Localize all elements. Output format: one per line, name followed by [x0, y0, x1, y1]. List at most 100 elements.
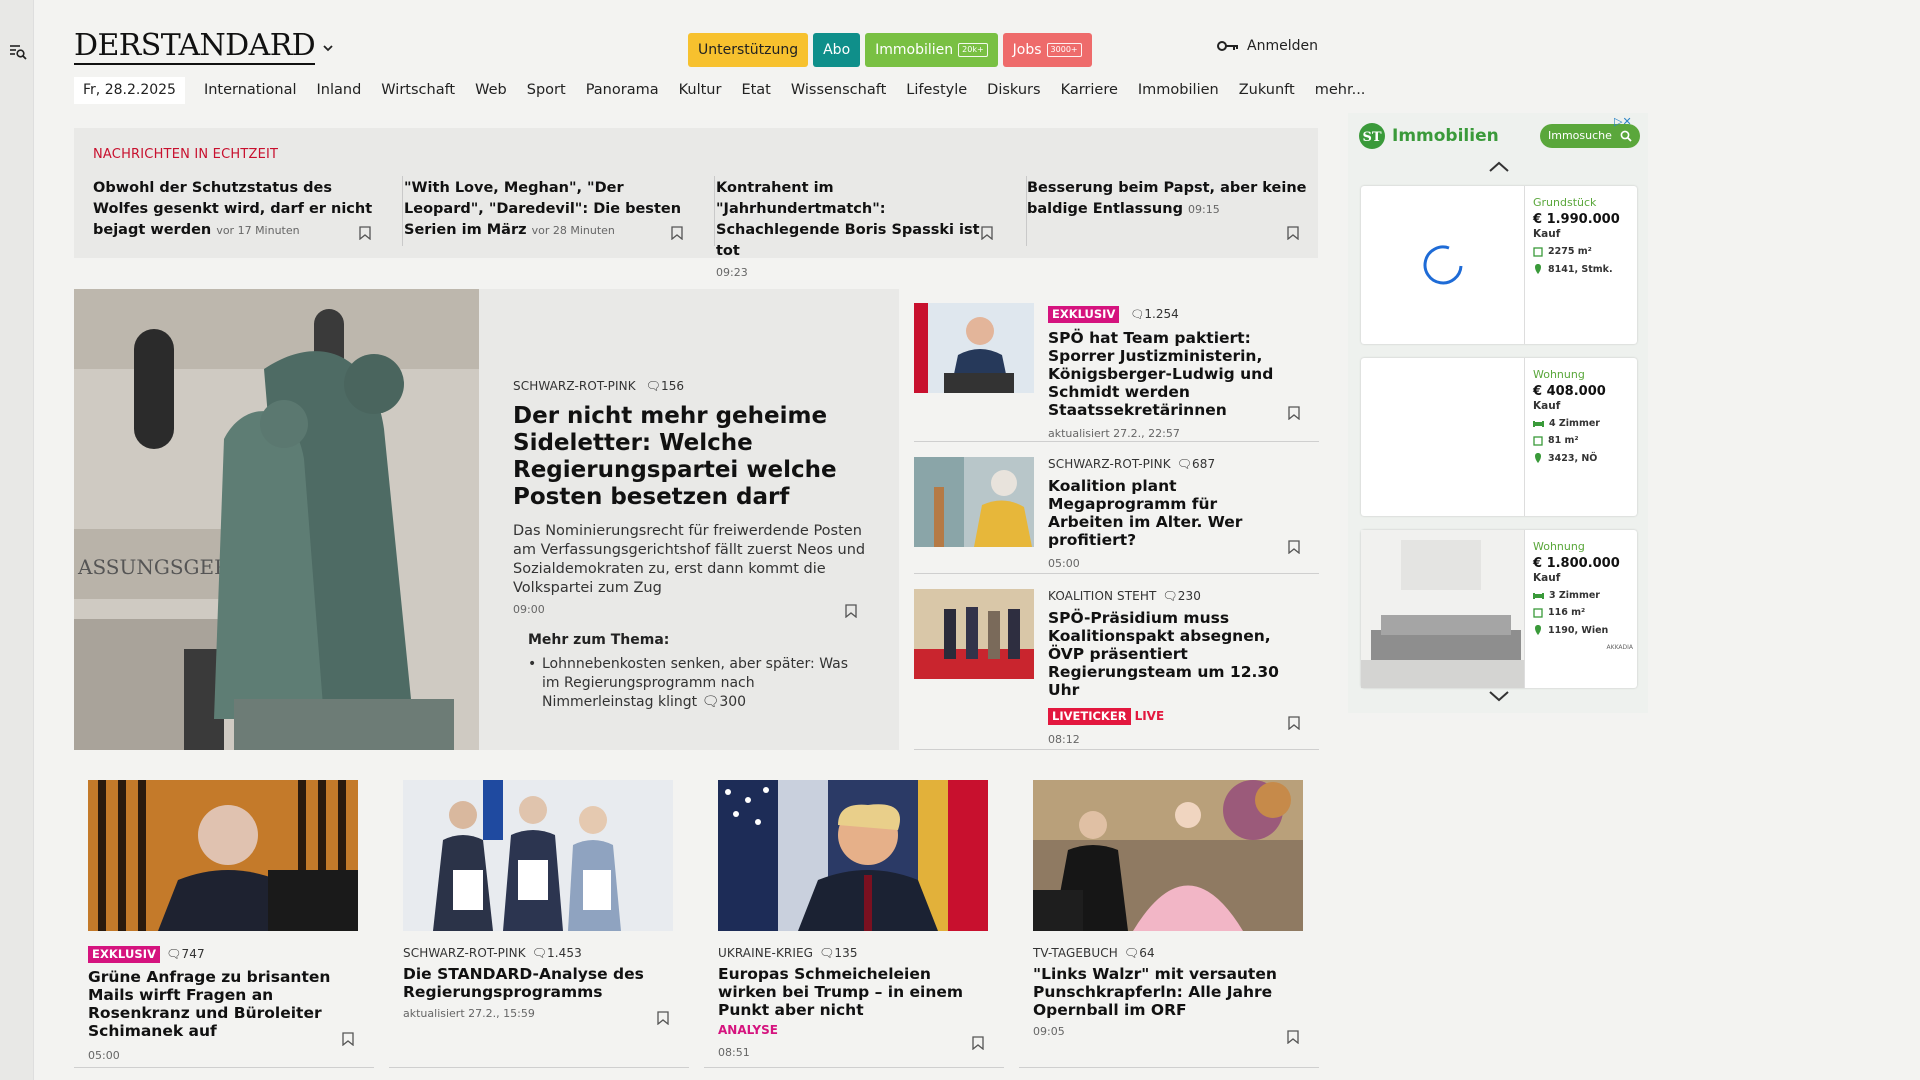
listing-area: 116 m²	[1533, 607, 1633, 618]
realtime-item-text: Besserung beim Papst, aber keine baldige…	[1027, 180, 1307, 217]
side-article[interactable]: SCHWARZ-ROT-PINK 🗨687 Koalition plant Meg…	[914, 442, 1319, 574]
comment-icon: 🗨	[1123, 946, 1140, 960]
site-logo[interactable]: DERSTANDARD	[74, 30, 316, 65]
bookmark-icon[interactable]	[657, 1011, 669, 1025]
chevron-up-icon[interactable]	[1488, 161, 1510, 173]
nav-item-kultur[interactable]: Kultur	[669, 77, 732, 104]
nav-item-lifestyle[interactable]: Lifestyle	[896, 77, 977, 104]
left-sidebar	[0, 0, 34, 1080]
article-card[interactable]: UKRAINE-KRIEG 🗨135 Europas Schmeicheleien…	[718, 780, 988, 1068]
bookmark-icon[interactable]	[1288, 716, 1300, 730]
nav-item-web[interactable]: Web	[465, 77, 517, 104]
bookmark-icon[interactable]	[845, 604, 857, 618]
article-kicker: KOALITION STEHT 🗨230	[1048, 589, 1298, 603]
listing-kind: Kauf	[1533, 400, 1561, 412]
more-topic-text: Lohnnebenkosten senken, aber später: Was…	[542, 656, 849, 710]
real-estate-ad[interactable]: ST Immobilien Immosuche ▷✕ Grundstück € …	[1348, 113, 1648, 713]
bookmark-icon[interactable]	[972, 1036, 984, 1050]
ad-listing[interactable]: Grundstück € 1.990.000 Kauf 2275 m² 8141…	[1361, 186, 1637, 344]
article-card[interactable]: SCHWARZ-ROT-PINK 🗨1.453 Die STANDARD-Anal…	[403, 780, 673, 1068]
comment-count: 1.254	[1144, 307, 1179, 321]
exclusive-tag: EXKLUSIV	[88, 946, 161, 963]
nav-item-etat[interactable]: Etat	[731, 77, 780, 104]
immobilien-button[interactable]: Immobilien 20k+	[865, 33, 998, 67]
article-body: KOALITION STEHT 🗨230 SPÖ-Präsidium muss K…	[1048, 589, 1298, 746]
comment-count: 156	[660, 379, 685, 393]
card-title[interactable]: "Links Walzr" mit versauten Punschkrapfe…	[1033, 965, 1303, 1019]
main-nav: Fr, 28.2.2025 International Inland Wirts…	[74, 77, 1375, 104]
hero-image[interactable]: ASSUNGSGERICHTSHOF	[74, 289, 479, 750]
side-article[interactable]: KOALITION STEHT 🗨230 SPÖ-Präsidium muss K…	[914, 574, 1319, 750]
nav-item-wirtschaft[interactable]: Wirtschaft	[371, 77, 465, 104]
nav-item-more[interactable]: mehr...	[1305, 77, 1376, 104]
exclusive-tag: EXKLUSIV	[1048, 306, 1120, 323]
bookmark-icon[interactable]	[1287, 226, 1299, 240]
nav-item-international[interactable]: International	[194, 77, 307, 104]
ad-listing[interactable]: Wohnung € 1.800.000 Kauf 3 Zimmer 116 m²…	[1361, 530, 1637, 688]
nav-item-panorama[interactable]: Panorama	[576, 77, 669, 104]
kicker-label: TV-TAGEBUCH	[1033, 946, 1118, 960]
card-title[interactable]: Grüne Anfrage zu brisanten Mails wirft F…	[88, 968, 358, 1040]
ad-close-icon[interactable]: ▷✕	[1614, 115, 1632, 128]
bookmark-icon[interactable]	[981, 226, 993, 240]
chevron-down-icon[interactable]	[1488, 690, 1510, 702]
chevron-down-icon[interactable]	[320, 40, 336, 56]
listing-area: 81 m²	[1533, 435, 1633, 446]
location-pin-icon	[1535, 625, 1541, 635]
login-button[interactable]: Anmelden	[1217, 38, 1318, 54]
jobs-button[interactable]: Jobs 3000+	[1002, 33, 1092, 67]
realtime-title: NACHRICHTEN IN ECHTZEIT	[93, 147, 279, 162]
article-title[interactable]: SPÖ hat Team paktiert: Sporrer Justizmin…	[1048, 329, 1298, 419]
listing-location-value: 1190, Wien	[1548, 624, 1609, 636]
ad-listing[interactable]: Wohnung € 408.000 Kauf 4 Zimmer 81 m² 34…	[1361, 358, 1637, 516]
article-title[interactable]: Koalition plant Megaprogramm für Arbeite…	[1048, 477, 1298, 549]
bookmark-icon[interactable]	[671, 226, 683, 240]
nav-item-sport[interactable]: Sport	[517, 77, 576, 104]
nav-item-inland[interactable]: Inland	[307, 77, 372, 104]
nav-item-immobilien[interactable]: Immobilien	[1128, 77, 1229, 104]
nav-item-wissenschaft[interactable]: Wissenschaft	[781, 77, 896, 104]
nav-item-karriere[interactable]: Karriere	[1051, 77, 1128, 104]
card-title[interactable]: Die STANDARD-Analyse des Regierungsprogr…	[403, 965, 673, 1001]
realtime-item[interactable]: Kontrahent im "Jahrhundertmatch": Schach…	[716, 178, 1001, 279]
realtime-item[interactable]: "With Love, Meghan", "Der Leopard", "Dar…	[404, 178, 689, 244]
support-label: Unterstützung	[698, 42, 799, 58]
listing-agency: AKKADIA	[1606, 644, 1633, 651]
card-time: 05:00	[88, 1049, 120, 1062]
ad-brand-label: Immobilien	[1392, 126, 1499, 146]
search-list-icon[interactable]	[9, 43, 27, 61]
article-card[interactable]: TV-TAGEBUCH 🗨64 "Links Walzr" mit versaut…	[1033, 780, 1303, 1068]
side-article[interactable]: EXKLUSIV 🗨1.254 SPÖ hat Team paktiert: S…	[914, 302, 1319, 442]
bookmark-icon[interactable]	[1288, 406, 1300, 420]
article-card[interactable]: EXKLUSIV 🗨747 Grüne Anfrage zu brisanten …	[88, 780, 358, 1068]
article-image	[1033, 780, 1303, 931]
listing-location-value: 8141, Stmk.	[1548, 263, 1613, 275]
comment-count: 300	[719, 694, 747, 710]
hero-teaser[interactable]: SCHWARZ-ROT-PINK 🗨156 Der nicht mehr geh…	[479, 289, 899, 750]
listing-area-value: 2275 m²	[1548, 246, 1592, 257]
card-kicker: TV-TAGEBUCH 🗨64	[1033, 946, 1303, 960]
hero-lead: Das Nominierungsrecht für freiwerdende P…	[513, 523, 866, 596]
nav-item-zukunft[interactable]: Zukunft	[1229, 77, 1305, 104]
abo-button[interactable]: Abo	[813, 33, 861, 67]
card-title[interactable]: Europas Schmeicheleien wirken bei Trump …	[718, 965, 988, 1019]
sofa-icon	[1533, 593, 1544, 599]
article-thumbnail	[914, 457, 1034, 547]
header-pills: Unterstützung Abo Immobilien 20k+ Jobs 300…	[688, 33, 1092, 67]
support-button[interactable]: Unterstützung	[688, 33, 809, 67]
nav-item-diskurs[interactable]: Diskurs	[977, 77, 1050, 104]
bookmark-icon[interactable]	[1288, 540, 1300, 554]
bookmark-icon[interactable]	[359, 226, 371, 240]
sofa-icon	[1533, 421, 1544, 427]
card-kicker: UKRAINE-KRIEG 🗨135	[718, 946, 988, 960]
realtime-item[interactable]: Besserung beim Papst, aber keine baldige…	[1027, 178, 1312, 244]
article-title[interactable]: SPÖ-Präsidium muss Koalitionspakt absegn…	[1048, 609, 1298, 699]
more-topic-link[interactable]: Lohnnebenkosten senken, aber später: Was…	[528, 655, 868, 712]
bookmark-icon[interactable]	[1287, 1030, 1299, 1044]
article-image	[403, 780, 673, 931]
hero-title[interactable]: Der nicht mehr geheime Sideletter: Welch…	[513, 403, 873, 511]
realtime-item[interactable]: Obwohl der Schutzstatus des Wolfes gesen…	[93, 178, 378, 244]
search-icon	[1620, 130, 1632, 142]
page: DERSTANDARD Unterstützung Abo Immobilien…	[34, 0, 1920, 1080]
bookmark-icon[interactable]	[342, 1032, 354, 1046]
